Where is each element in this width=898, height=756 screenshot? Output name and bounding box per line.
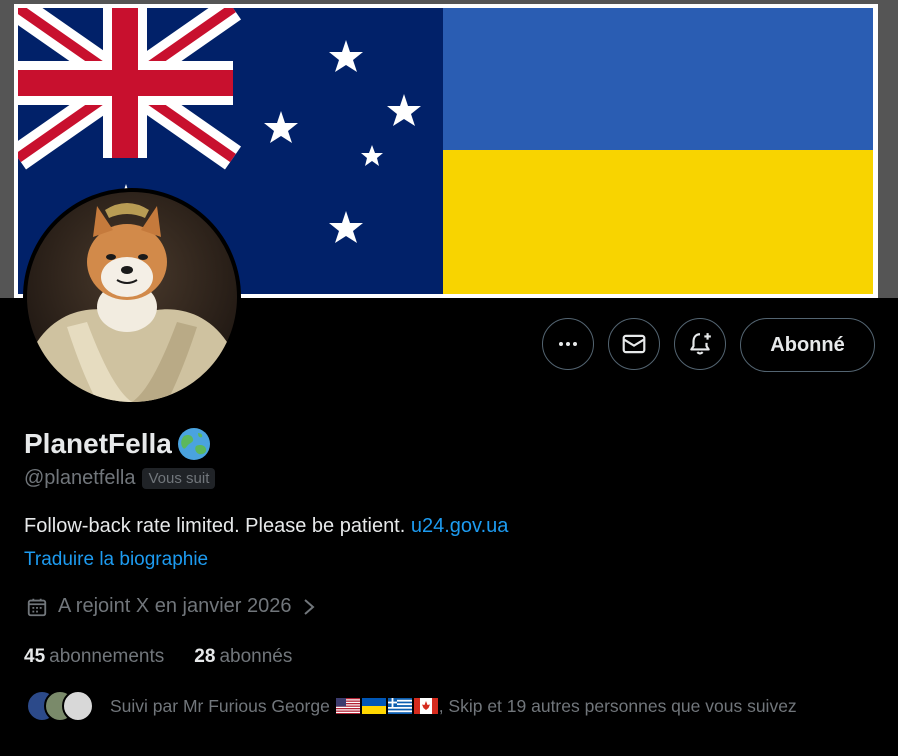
followers-stat[interactable]: 28 abonnés [194,646,292,668]
notifications-button[interactable] [674,318,726,370]
ukraine-flag-blue [443,8,873,150]
mutual-avatars [26,690,94,722]
mutual-avatar-3 [62,690,94,722]
display-name: PlanetFella [24,426,212,462]
gr-flag-icon [387,698,412,714]
bell-add-icon [690,333,711,355]
ukraine-flag-yellow [443,150,873,294]
bio-text: Follow-back rate limited. Please be pati… [24,515,406,537]
globe-asia-australia-emoji-icon [177,428,210,460]
following-button-label: Abonné [770,333,845,356]
following-button[interactable]: Abonné [740,318,875,372]
avatar-dog-portrait [27,192,237,402]
bio-link[interactable]: u24.gov.ua [411,515,509,537]
translate-bio-link[interactable]: Traduire la biographie [24,549,208,571]
joined-text: A rejoint X en janvier 2026 [58,595,292,617]
followers-you-know[interactable]: Suivi par Mr Furious George , Skip et 19… [26,690,797,722]
follow-stats: 45 abonnements 28 abonnés [24,646,292,668]
ca-flag-icon [413,698,438,714]
handle-row: @planetfella Vous suit [24,467,216,490]
follows-you-badge: Vous suit [142,468,216,489]
joined-date[interactable]: A rejoint X en janvier 2026 [26,595,316,618]
more-icon [559,342,577,346]
followed-by-prefix: Suivi par Mr Furious George [110,695,330,716]
display-name-text: PlanetFella [24,428,172,459]
following-stat[interactable]: 45 abonnements [24,646,164,668]
mail-icon [622,334,646,354]
followers-label: abonnés [219,646,293,667]
calendar-icon [27,598,47,616]
ua-flag-icon [361,698,386,714]
more-options-button[interactable] [542,318,594,370]
message-button[interactable] [608,318,660,370]
following-label: abonnements [49,646,165,667]
followed-by-suffix: , Skip et 19 autres personnes que vous s… [438,695,797,716]
following-count: 45 [24,646,46,667]
profile-bio: Follow-back rate limited. Please be pati… [24,515,508,538]
user-handle: @planetfella [24,467,136,489]
profile-avatar[interactable] [23,188,241,406]
followers-count: 28 [194,646,216,667]
chevron-right-icon [303,598,315,615]
us-flag-icon [335,698,360,714]
